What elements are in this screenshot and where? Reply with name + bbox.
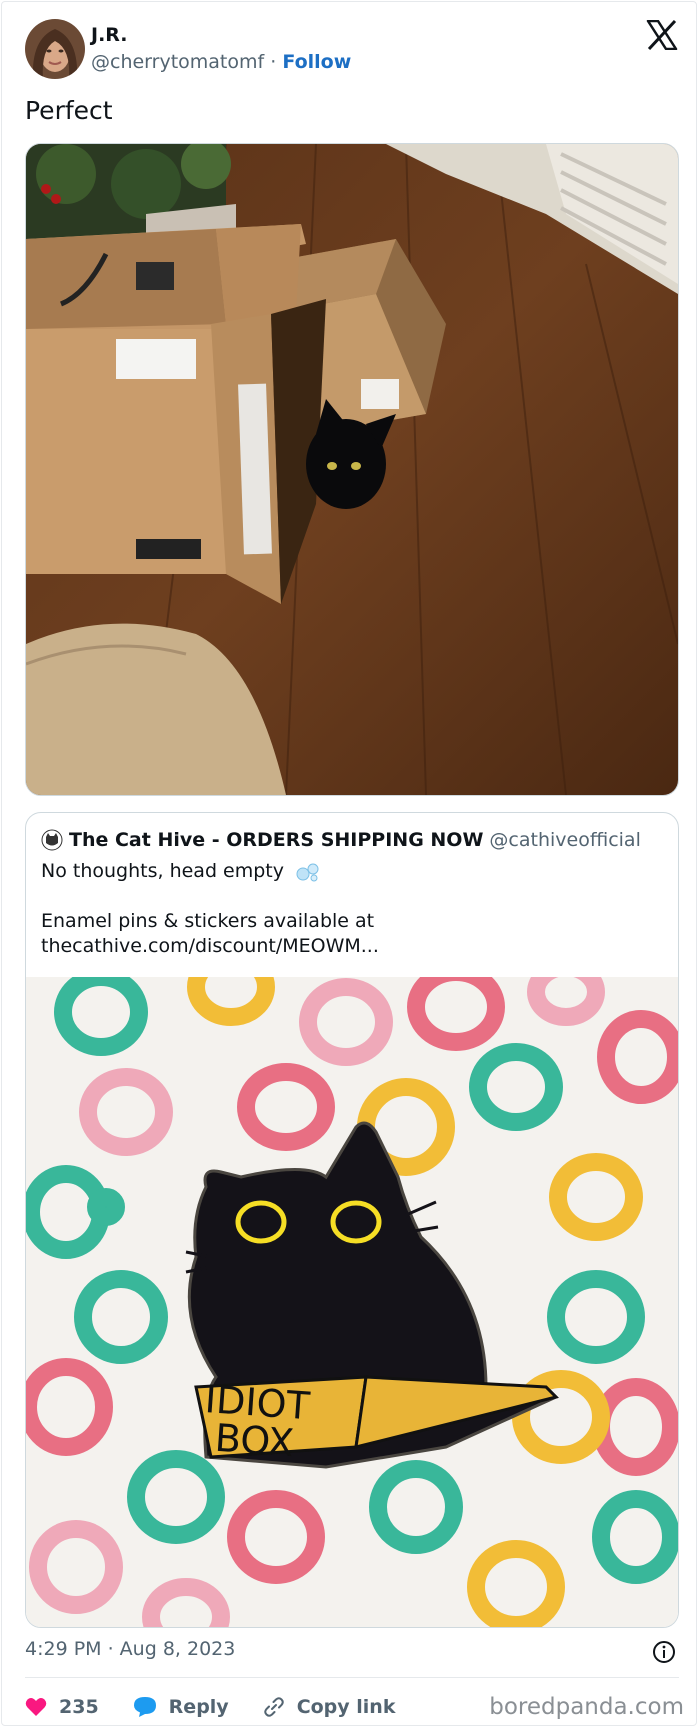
separator: · — [270, 51, 277, 73]
quoted-tweet[interactable]: The Cat Hive - ORDERS SHIPPING NOW @cath… — [25, 812, 679, 1628]
author-handle[interactable]: @cherrytomatomf — [91, 51, 264, 73]
reply-button[interactable]: Reply — [133, 1696, 229, 1718]
like-count: 235 — [59, 1696, 99, 1718]
x-logo-icon[interactable] — [646, 19, 678, 51]
pin-text-box: BOX — [214, 1416, 296, 1465]
quoted-line-2: Enamel pins & stickers available at — [41, 910, 375, 932]
quoted-header: The Cat Hive - ORDERS SHIPPING NOW @cath… — [41, 829, 641, 851]
quoted-line-1: No thoughts, head empty — [41, 860, 284, 882]
author-avatar[interactable] — [25, 19, 85, 79]
copy-link-label: Copy link — [296, 1696, 396, 1718]
author-name[interactable]: J.R. — [91, 24, 128, 46]
follow-button[interactable]: Follow — [282, 51, 351, 73]
action-bar: 235 Reply Copy link — [25, 1692, 429, 1722]
watermark: boredpanda.com — [489, 1694, 684, 1720]
reply-bubble-icon — [133, 1697, 156, 1717]
divider — [25, 1677, 679, 1678]
copy-link-button[interactable]: Copy link — [263, 1696, 396, 1718]
heart-icon — [25, 1698, 47, 1716]
reply-label: Reply — [168, 1696, 229, 1718]
tweet-card: J.R. @cherrytomatomf · Follow Perfect Th… — [1, 1, 697, 1726]
quoted-photo[interactable]: IDIOT BOX — [26, 948, 678, 1627]
quoted-avatar[interactable] — [41, 829, 63, 851]
bubbles-emoji-icon — [296, 863, 319, 881]
tweet-photo[interactable] — [25, 143, 679, 796]
quoted-line-3[interactable]: thecathive.com/discount/MEOWM... — [41, 934, 379, 959]
quoted-text: No thoughts, head empty Enamel pins & st… — [41, 859, 379, 959]
author-handle-row: @cherrytomatomf · Follow — [91, 51, 351, 73]
link-icon — [263, 1697, 284, 1717]
info-icon[interactable] — [652, 1640, 676, 1664]
tweet-timestamp[interactable]: 4:29 PM · Aug 8, 2023 — [25, 1638, 235, 1660]
tweet-text: Perfect — [25, 96, 113, 125]
like-button[interactable]: 235 — [25, 1696, 99, 1718]
quoted-author-name[interactable]: The Cat Hive - ORDERS SHIPPING NOW — [69, 829, 483, 851]
quoted-author-handle[interactable]: @cathiveofficial — [489, 829, 640, 851]
